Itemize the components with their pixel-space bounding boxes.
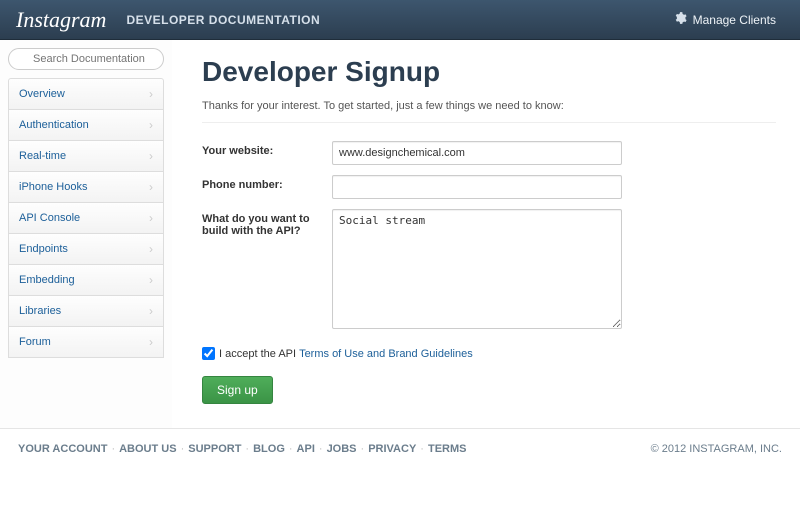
chevron-right-icon: ›: [149, 149, 153, 163]
footer-links: YOUR ACCOUNT·ABOUT US·SUPPORT·BLOG·API·J…: [18, 443, 466, 455]
sidebar-item-api-console[interactable]: API Console ›: [8, 202, 164, 234]
sidebar: Overview›Authentication›Real-time›iPhone…: [0, 40, 172, 428]
gear-icon: [673, 11, 693, 28]
sidebar-item-label: Embedding: [19, 274, 75, 286]
top-bar: Instagram DEVELOPER DOCUMENTATION Manage…: [0, 0, 800, 40]
sidebar-item-label: Libraries: [19, 305, 61, 317]
doc-title: DEVELOPER DOCUMENTATION: [126, 13, 320, 27]
footer-link-your-account[interactable]: YOUR ACCOUNT: [18, 443, 107, 455]
footer-link-api[interactable]: API: [297, 443, 315, 455]
intro-text: Thanks for your interest. To get started…: [202, 100, 776, 123]
manage-clients-link[interactable]: Manage Clients: [665, 7, 784, 32]
sidebar-item-endpoints[interactable]: Endpoints ›: [8, 233, 164, 265]
chevron-right-icon: ›: [149, 87, 153, 101]
footer-copyright: © 2012 INSTAGRAM, INC.: [651, 443, 782, 455]
sidebar-item-real-time[interactable]: Real-time ›: [8, 140, 164, 172]
search-input[interactable]: [8, 48, 164, 70]
main-content: Developer Signup Thanks for your interes…: [172, 40, 800, 428]
accept-checkbox[interactable]: [202, 347, 215, 360]
page-heading: Developer Signup: [202, 56, 776, 88]
sidebar-item-libraries[interactable]: Libraries ›: [8, 295, 164, 327]
sidebar-item-label: Real-time: [19, 150, 66, 162]
build-label: What do you want to build with the API?: [202, 209, 332, 329]
sidebar-item-overview[interactable]: Overview ›: [8, 78, 164, 110]
footer: YOUR ACCOUNT·ABOUT US·SUPPORT·BLOG·API·J…: [0, 428, 800, 469]
footer-link-blog[interactable]: BLOG: [253, 443, 285, 455]
sidebar-item-embedding[interactable]: Embedding ›: [8, 264, 164, 296]
brand-logo: Instagram: [16, 7, 106, 33]
website-label: Your website:: [202, 141, 332, 165]
sidebar-item-forum[interactable]: Forum ›: [8, 326, 164, 358]
footer-link-support[interactable]: SUPPORT: [188, 443, 241, 455]
footer-link-privacy[interactable]: PRIVACY: [368, 443, 416, 455]
chevron-right-icon: ›: [149, 273, 153, 287]
sidebar-item-label: Forum: [19, 336, 51, 348]
footer-link-jobs[interactable]: JOBS: [327, 443, 357, 455]
sidebar-item-label: Authentication: [19, 119, 89, 131]
accept-row: I accept the API Terms of Use and Brand …: [202, 347, 776, 360]
chevron-right-icon: ›: [149, 118, 153, 132]
chevron-right-icon: ›: [149, 335, 153, 349]
footer-link-terms[interactable]: TERMS: [428, 443, 467, 455]
sidebar-item-label: iPhone Hooks: [19, 181, 88, 193]
manage-clients-label: Manage Clients: [693, 13, 776, 27]
sidebar-item-label: API Console: [19, 212, 80, 224]
chevron-right-icon: ›: [149, 304, 153, 318]
phone-label: Phone number:: [202, 175, 332, 199]
chevron-right-icon: ›: [149, 180, 153, 194]
chevron-right-icon: ›: [149, 211, 153, 225]
signup-button[interactable]: Sign up: [202, 376, 273, 404]
sidebar-item-iphone-hooks[interactable]: iPhone Hooks ›: [8, 171, 164, 203]
footer-link-about-us[interactable]: ABOUT US: [119, 443, 176, 455]
chevron-right-icon: ›: [149, 242, 153, 256]
terms-link[interactable]: Terms of Use and Brand Guidelines: [299, 348, 473, 360]
sidebar-item-label: Endpoints: [19, 243, 68, 255]
accept-prefix: I accept the API: [219, 348, 296, 360]
sidebar-item-authentication[interactable]: Authentication ›: [8, 109, 164, 141]
phone-input[interactable]: [332, 175, 622, 199]
website-input[interactable]: [332, 141, 622, 165]
build-textarea[interactable]: [332, 209, 622, 329]
sidebar-nav: Overview›Authentication›Real-time›iPhone…: [8, 78, 164, 358]
sidebar-item-label: Overview: [19, 88, 65, 100]
